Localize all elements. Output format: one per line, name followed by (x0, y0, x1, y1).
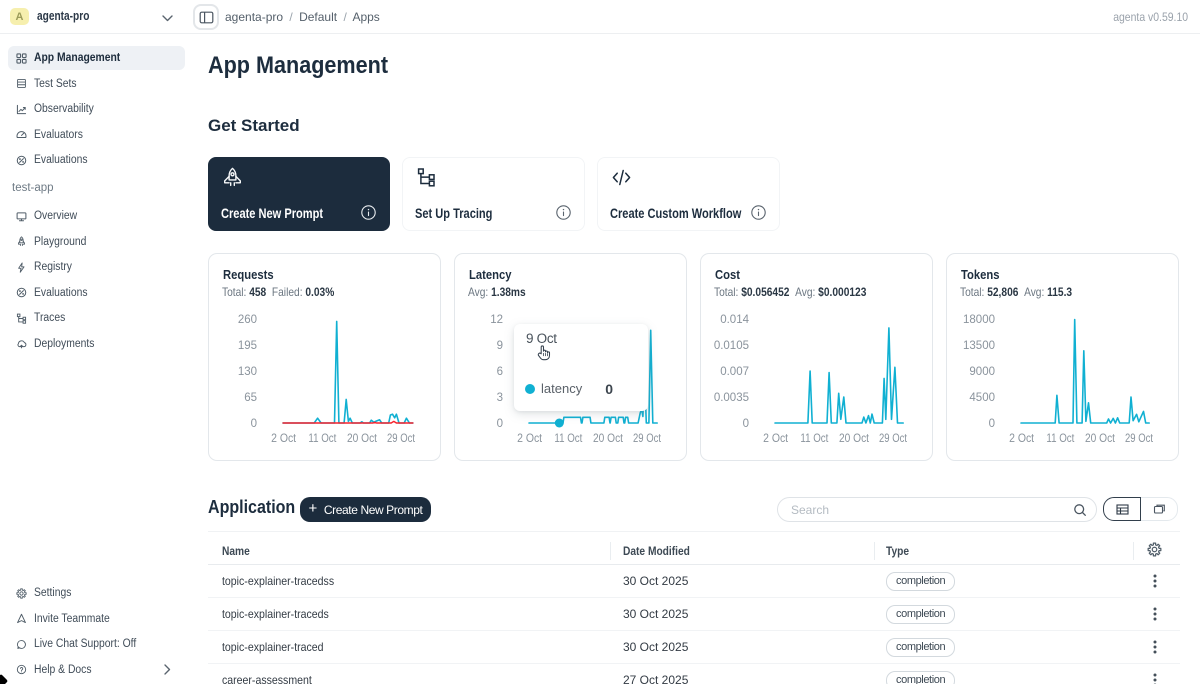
svg-text:0: 0 (497, 418, 503, 430)
svg-text:0: 0 (989, 418, 995, 430)
svg-text:4500: 4500 (969, 392, 995, 404)
svg-text:29 Oct: 29 Oct (1125, 433, 1154, 445)
svg-text:2 Oct: 2 Oct (271, 433, 297, 445)
svg-text:2 Oct: 2 Oct (763, 433, 789, 445)
svg-text:29 Oct: 29 Oct (387, 433, 416, 445)
svg-text:20 Oct: 20 Oct (593, 433, 624, 445)
svg-text:20 Oct: 20 Oct (1085, 433, 1116, 445)
svg-text:0.0105: 0.0105 (714, 340, 749, 352)
svg-text:29 Oct: 29 Oct (633, 433, 662, 445)
svg-text:0: 0 (743, 418, 749, 430)
svg-text:13500: 13500 (963, 340, 995, 352)
svg-text:11 Oct: 11 Oct (554, 433, 583, 445)
svg-text:18000: 18000 (963, 314, 995, 326)
svg-text:2 Oct: 2 Oct (1009, 433, 1035, 445)
svg-text:0.014: 0.014 (720, 314, 749, 326)
svg-text:260: 260 (238, 314, 257, 326)
svg-text:130: 130 (238, 366, 257, 378)
svg-text:29 Oct: 29 Oct (879, 433, 908, 445)
svg-text:0.0035: 0.0035 (714, 392, 749, 404)
svg-text:0: 0 (251, 418, 257, 430)
svg-text:20 Oct: 20 Oct (347, 433, 378, 445)
svg-text:11 Oct: 11 Oct (1046, 433, 1075, 445)
svg-text:12: 12 (490, 314, 503, 326)
svg-text:0.007: 0.007 (720, 366, 749, 378)
svg-text:2 Oct: 2 Oct (517, 433, 543, 445)
svg-text:20 Oct: 20 Oct (839, 433, 870, 445)
svg-text:11 Oct: 11 Oct (308, 433, 337, 445)
svg-text:3: 3 (497, 392, 503, 404)
svg-text:9: 9 (497, 340, 503, 352)
svg-text:9000: 9000 (969, 366, 995, 378)
svg-text:6: 6 (497, 366, 503, 378)
svg-text:195: 195 (238, 340, 257, 352)
svg-text:65: 65 (244, 392, 257, 404)
svg-text:11 Oct: 11 Oct (800, 433, 829, 445)
